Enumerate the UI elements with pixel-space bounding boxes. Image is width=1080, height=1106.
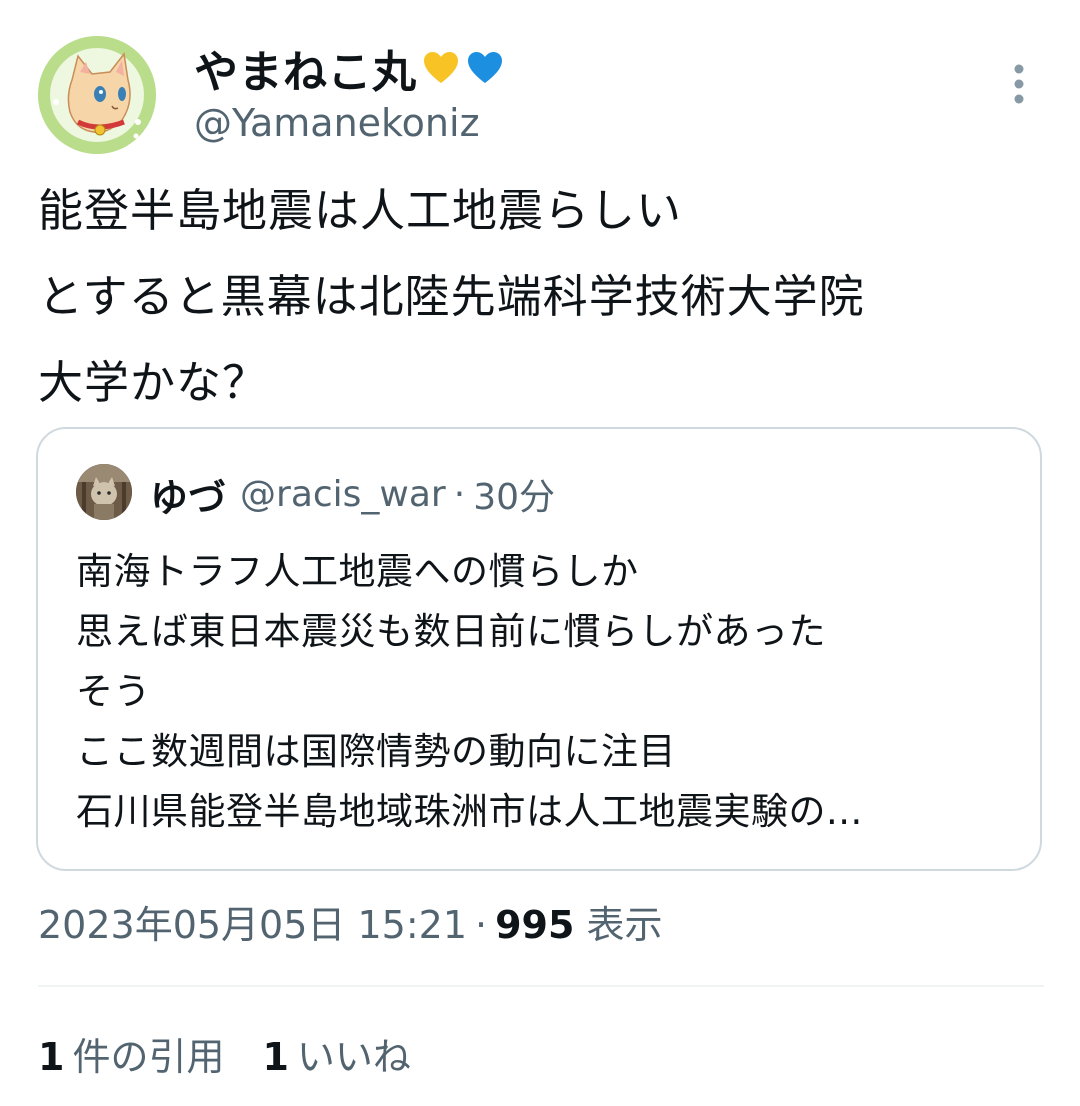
quoted-text-line: ここ数週間は国際情勢の動向に注目: [76, 730, 676, 773]
quotes-label: 件の引用: [72, 1035, 225, 1079]
engagement-stats: 1 件の引用 1 いいね: [38, 1030, 411, 1084]
quoted-tweet-text: 南海トラフ人工地震への慣らしか 思えば東日本震災も数日前に慣らしがあった そう …: [76, 542, 1016, 842]
views-count[interactable]: 995: [495, 903, 574, 947]
tweet-detail-view: やまねこ丸 @Yamanekoniz 能登半島地震は人工地震らしい とすると黒幕…: [0, 0, 1080, 1106]
tweet-meta: 2023年05月05日 15:21 · 995 表示: [38, 898, 663, 952]
likes-stat[interactable]: 1 いいね: [262, 1030, 410, 1084]
tweet-text-line: 能登半島地震は人工地震らしい: [38, 184, 683, 237]
more-vertical-icon[interactable]: [1004, 62, 1034, 106]
quoted-text-line: 南海トラフ人工地震への慣らしか: [76, 550, 639, 593]
likes-count: 1: [262, 1035, 289, 1079]
tweet-text: 能登半島地震は人工地震らしい とすると黒幕は北陸先端科学技術大学院 大学かな？: [38, 168, 1048, 426]
tweet-datetime[interactable]: 2023年05月05日 15:21: [38, 903, 467, 947]
author-handle[interactable]: @Yamanekoniz: [194, 100, 480, 146]
quoted-separator: ·: [453, 473, 466, 515]
cat-avatar-illustration: [38, 36, 156, 154]
author-display-name-row[interactable]: やまねこ丸: [194, 38, 505, 98]
author-display-name: やまねこ丸: [194, 47, 417, 98]
author-avatar[interactable]: [38, 36, 156, 154]
quotes-stat[interactable]: 1 件の引用: [38, 1030, 224, 1084]
quoted-text-line: 石川県能登半島地域珠洲市は人工地震実験の...: [76, 790, 863, 833]
divider: [38, 985, 1044, 987]
yellow-heart-icon: [421, 48, 461, 88]
blue-heart-icon: [465, 48, 505, 88]
quoted-header: ゆづ @racis_war · 30分: [150, 469, 555, 520]
meta-separator: ·: [475, 903, 488, 947]
likes-label: いいね: [296, 1035, 411, 1079]
quoted-handle: @racis_war: [240, 473, 446, 515]
quoted-timestamp: 30分: [473, 477, 555, 518]
quoted-text-line: そう: [76, 670, 151, 713]
quoted-text-line: 思えば東日本震災も数日前に慣らしがあった: [76, 610, 826, 653]
quoted-author-avatar: [76, 464, 132, 520]
quotes-count: 1: [38, 1035, 65, 1079]
quoted-tweet-card[interactable]: ゆづ @racis_war · 30分 南海トラフ人工地震への慣らしか 思えば東…: [36, 427, 1042, 871]
views-label: 表示: [586, 903, 663, 947]
tweet-text-line: とすると黒幕は北陸先端科学技術大学院: [38, 270, 865, 323]
tweet-text-line: 大学かな？: [38, 356, 269, 409]
quoted-display-name: ゆづ: [150, 475, 227, 520]
